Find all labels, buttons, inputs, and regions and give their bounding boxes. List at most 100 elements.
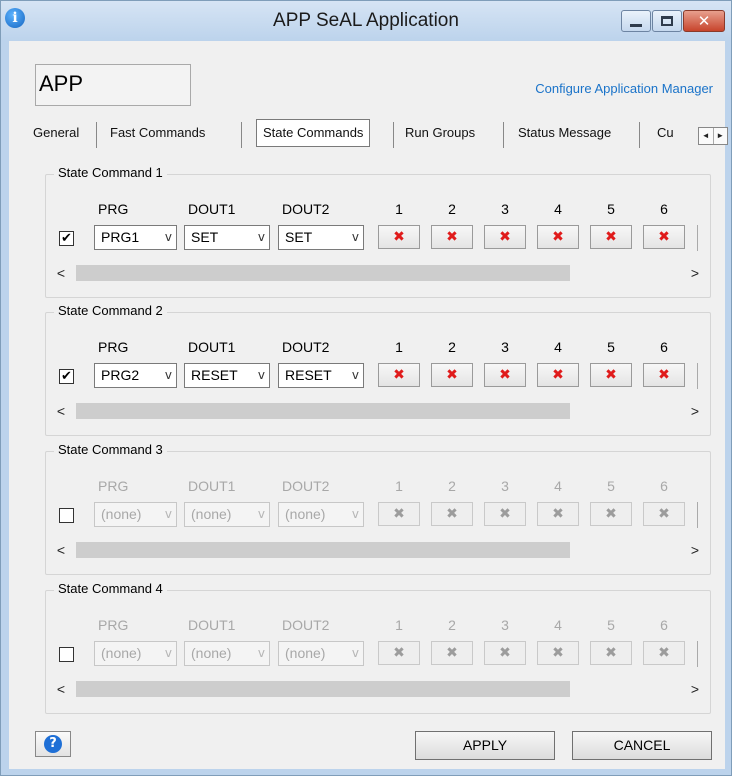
horizontal-scrollbar[interactable]: < > [52,401,704,421]
enable-checkbox[interactable]: ✔ [59,231,74,246]
chevron-down-icon: v [351,646,359,660]
prg-select[interactable]: PRG1 v [94,225,177,250]
tab-cu[interactable]: Cu [657,119,674,147]
state-3-button[interactable]: ✖ [484,641,526,665]
chevron-down-icon: v [164,646,172,660]
column-header-5: 5 [607,201,615,217]
x-mark-icon: ✖ [393,645,405,661]
enable-checkbox[interactable] [59,508,74,523]
scroll-right-icon[interactable]: > [686,401,704,421]
dout1-select-value: RESET [191,367,238,383]
x-mark-icon: ✖ [393,229,405,245]
state-6-button[interactable]: ✖ [643,502,685,526]
scrollbar-thumb[interactable] [76,403,570,419]
x-mark-icon: ✖ [552,229,564,245]
maximize-button[interactable] [652,10,682,32]
state-2-button[interactable]: ✖ [431,502,473,526]
dout1-select-value: (none) [191,645,232,661]
scrollbar-thumb[interactable] [76,681,570,697]
prg-select[interactable]: PRG2 v [94,363,177,388]
state-4-button[interactable]: ✖ [537,641,579,665]
column-header-5: 5 [607,617,615,633]
close-button[interactable]: ✕ [683,10,725,32]
x-mark-icon: ✖ [499,645,511,661]
scrollbar-thumb[interactable] [76,542,570,558]
horizontal-scrollbar[interactable]: < > [52,263,704,283]
prg-select[interactable]: (none) v [94,641,177,666]
dout1-select[interactable]: SET v [184,225,270,250]
state-4-button[interactable]: ✖ [537,363,579,387]
tab-scroll-left-icon[interactable]: ◄ [699,128,713,144]
state-2-button[interactable]: ✖ [431,641,473,665]
x-mark-icon: ✖ [446,645,458,661]
state-5-button[interactable]: ✖ [590,641,632,665]
state-1-button[interactable]: ✖ [378,641,420,665]
minimize-icon [630,23,642,27]
tab-run-groups[interactable]: Run Groups [405,119,475,147]
column-header-1: 1 [395,478,403,494]
dout1-select[interactable]: RESET v [184,363,270,388]
tab-status-message[interactable]: Status Message [518,119,611,147]
scroll-right-icon[interactable]: > [686,679,704,699]
scroll-right-icon[interactable]: > [686,263,704,283]
state-5-button[interactable]: ✖ [590,502,632,526]
state-1-button[interactable]: ✖ [378,363,420,387]
x-mark-icon: ✖ [605,229,617,245]
scroll-right-icon[interactable]: > [686,540,704,560]
dout1-select[interactable]: (none) v [184,502,270,527]
state-1-button[interactable]: ✖ [378,225,420,249]
tab-scroll-right-icon[interactable]: ► [712,128,728,144]
state-4-button[interactable]: ✖ [537,225,579,249]
column-header-6: 6 [660,617,668,633]
state-6-button[interactable]: ✖ [643,641,685,665]
window-controls: ✕ [620,10,725,32]
dout2-select[interactable]: (none) v [278,502,364,527]
column-header-5: 5 [607,478,615,494]
tab-state-commands[interactable]: State Commands [256,119,371,147]
dout2-select-value: (none) [285,506,326,522]
scroll-left-icon[interactable]: < [52,679,70,699]
state-2-button[interactable]: ✖ [431,363,473,387]
dout2-select[interactable]: SET v [278,225,364,250]
group-title: State Command 2 [54,303,167,318]
dout2-select[interactable]: (none) v [278,641,364,666]
scrollbar-thumb[interactable] [76,265,570,281]
chevron-down-icon: v [257,507,265,521]
help-button[interactable]: ? [35,731,71,757]
state-3-button[interactable]: ✖ [484,502,526,526]
state-3-button[interactable]: ✖ [484,363,526,387]
x-mark-icon: ✖ [446,229,458,245]
chevron-down-icon: v [257,230,265,244]
state-5-button[interactable]: ✖ [590,225,632,249]
state-6-button[interactable]: ✖ [643,225,685,249]
prg-select[interactable]: (none) v [94,502,177,527]
state-1-button[interactable]: ✖ [378,502,420,526]
tab-general[interactable]: General [33,119,79,147]
apply-button[interactable]: APPLY [415,731,555,760]
enable-checkbox[interactable]: ✔ [59,369,74,384]
scroll-left-icon[interactable]: < [52,540,70,560]
horizontal-scrollbar[interactable]: < > [52,540,704,560]
title-bar[interactable]: i APP SeAL Application ✕ [1,1,731,41]
scroll-left-icon[interactable]: < [52,263,70,283]
cancel-button[interactable]: CANCEL [572,731,712,760]
minimize-button[interactable] [621,10,651,32]
state-4-button[interactable]: ✖ [537,502,579,526]
dout1-select[interactable]: (none) v [184,641,270,666]
configure-app-manager-link[interactable]: Configure Application Manager [535,81,713,96]
column-header-1: 1 [395,339,403,355]
scroll-left-icon[interactable]: < [52,401,70,421]
close-icon: ✕ [697,12,711,30]
enable-checkbox[interactable] [59,647,74,662]
x-mark-icon: ✖ [499,506,511,522]
state-command-group-4: State Command 4 PRG DOUT1 DOUT2 1 2 3 4 … [45,581,711,714]
chevron-down-icon: v [257,646,265,660]
clipped-column-edge [697,641,700,667]
state-5-button[interactable]: ✖ [590,363,632,387]
dout2-select[interactable]: RESET v [278,363,364,388]
state-6-button[interactable]: ✖ [643,363,685,387]
horizontal-scrollbar[interactable]: < > [52,679,704,699]
tab-fast-commands[interactable]: Fast Commands [110,119,205,147]
state-2-button[interactable]: ✖ [431,225,473,249]
state-3-button[interactable]: ✖ [484,225,526,249]
